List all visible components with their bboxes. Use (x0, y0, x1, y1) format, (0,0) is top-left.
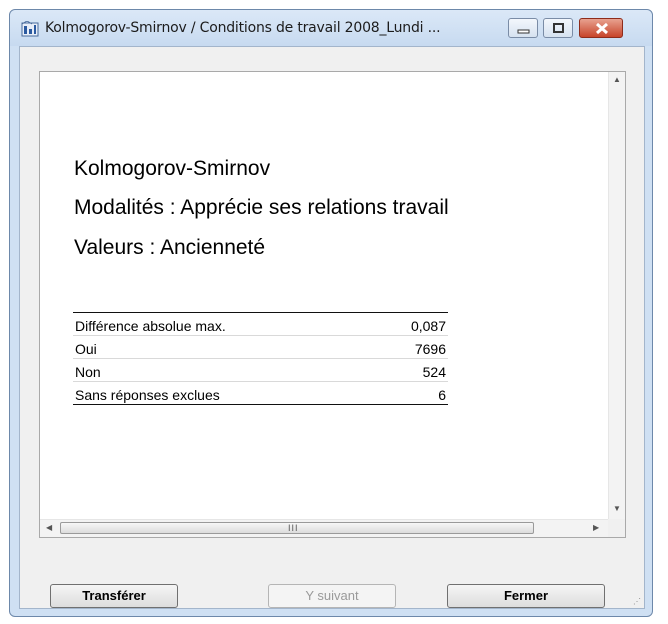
scroll-grip: III (288, 523, 299, 533)
title-bar[interactable]: Kolmogorov-Smirnov / Conditions de trava… (10, 10, 652, 46)
report-panel[interactable]: Kolmogorov-Smirnov Modalités : Apprécie … (39, 71, 626, 538)
scroll-left-icon[interactable]: ◀ (46, 523, 52, 532)
close-icon (595, 22, 609, 35)
scroll-right-icon[interactable]: ▶ (593, 523, 599, 532)
vertical-scrollbar[interactable]: ▲ ▼ (608, 72, 625, 520)
row-label: Oui (73, 335, 373, 359)
close-window-button[interactable] (579, 18, 623, 38)
table-row: Sans réponses exclues 6 (73, 381, 448, 405)
scroll-up-icon[interactable]: ▲ (613, 75, 621, 84)
row-value: 6 (372, 381, 448, 405)
app-icon (21, 21, 39, 37)
maximize-button[interactable] (543, 18, 573, 38)
report-modalites: Modalités : Apprécie ses relations trava… (74, 196, 449, 219)
minimize-icon (517, 29, 530, 34)
row-value: 524 (372, 358, 448, 382)
row-value: 0,087 (372, 312, 448, 336)
scroll-corner (608, 519, 625, 537)
client-area: Kolmogorov-Smirnov Modalités : Apprécie … (19, 46, 645, 609)
table-row: Oui 7696 (73, 335, 448, 359)
close-button[interactable]: Fermer (447, 584, 605, 608)
minimize-button[interactable] (508, 18, 538, 38)
horizontal-scrollbar[interactable]: ◀ III ▶ (40, 519, 608, 537)
next-button[interactable]: Y suivant (268, 584, 396, 608)
resize-grip-icon[interactable]: ⋰ (633, 597, 641, 606)
horizontal-scroll-thumb[interactable]: III (60, 522, 534, 534)
maximize-icon (553, 23, 564, 33)
row-label: Différence absolue max. (73, 312, 373, 336)
results-table: Différence absolue max. 0,087 Oui 7696 N… (73, 312, 448, 405)
table-row: Non 524 (73, 358, 448, 382)
dialog-window: Kolmogorov-Smirnov / Conditions de trava… (9, 9, 653, 617)
row-value: 7696 (372, 335, 448, 359)
report-valeurs: Valeurs : Ancienneté (74, 236, 266, 259)
row-label: Sans réponses exclues (73, 381, 373, 405)
report-title: Kolmogorov-Smirnov (74, 157, 271, 180)
scroll-down-icon[interactable]: ▼ (613, 504, 621, 513)
transfer-button[interactable]: Transférer (50, 584, 178, 608)
row-label: Non (73, 358, 373, 382)
table-row: Différence absolue max. 0,087 (73, 312, 448, 336)
window-title: Kolmogorov-Smirnov / Conditions de trava… (45, 20, 441, 36)
